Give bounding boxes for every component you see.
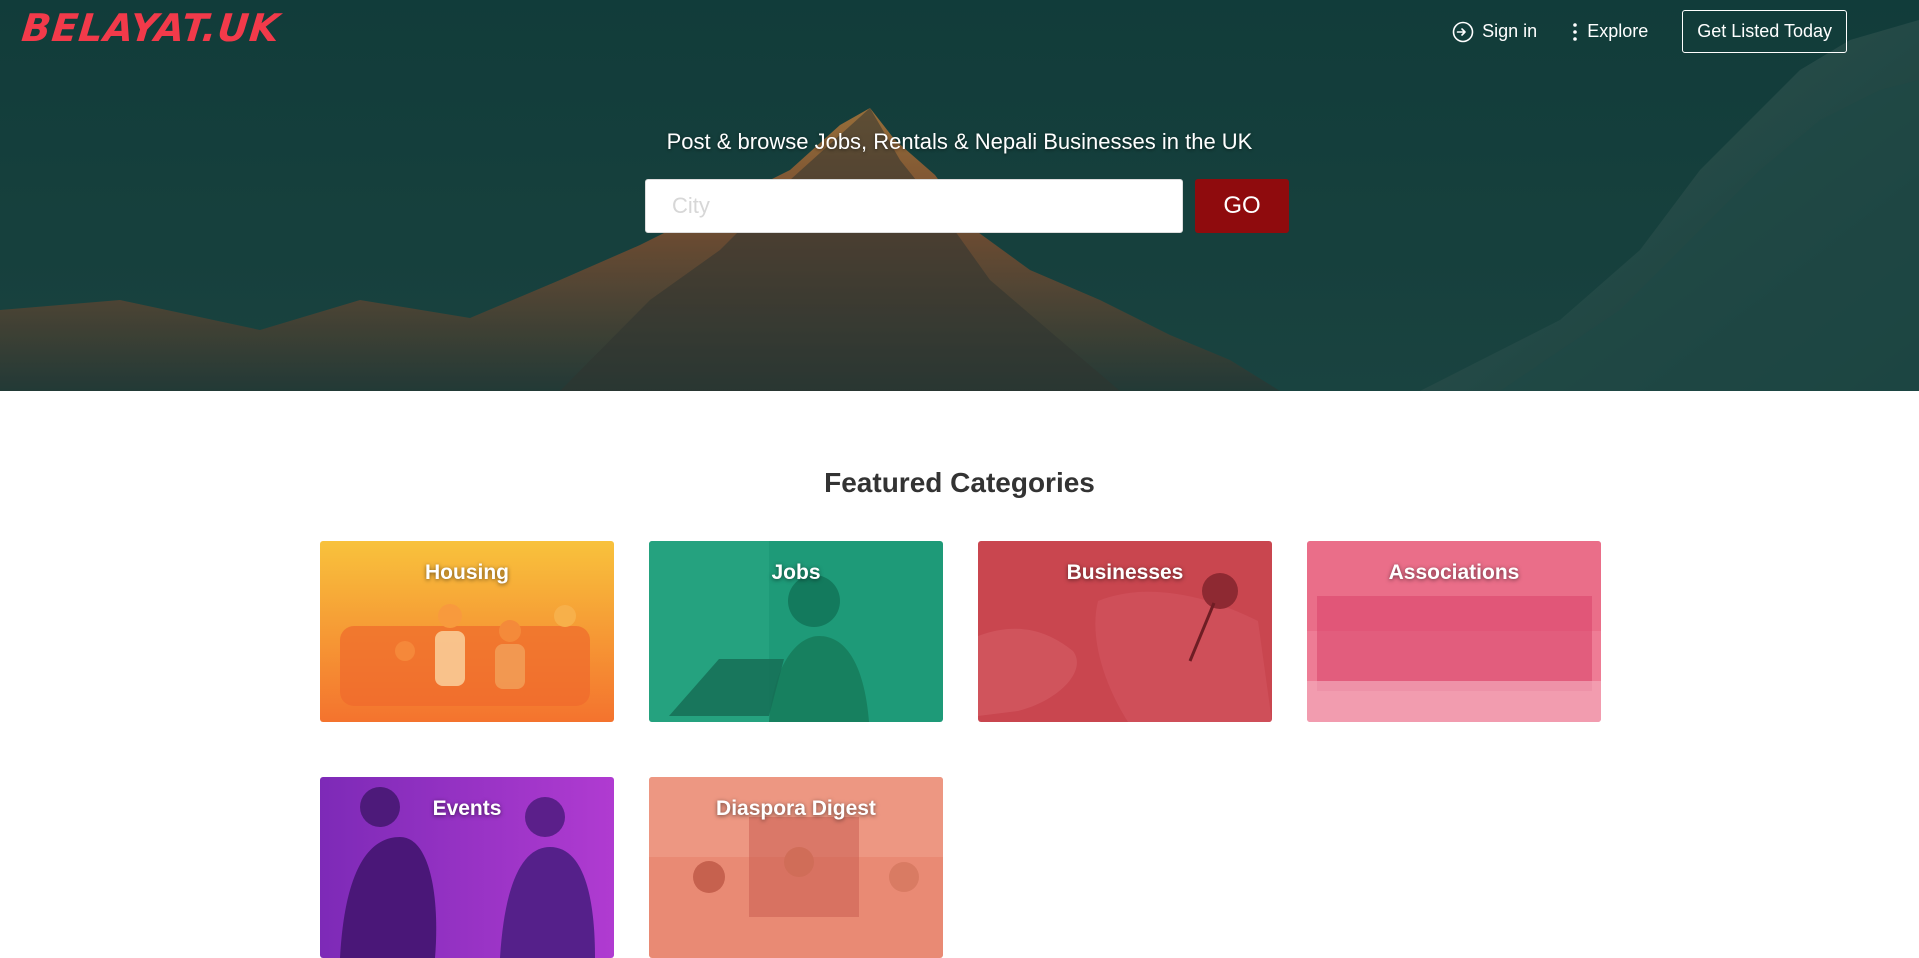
card-label: Jobs [771,561,821,584]
category-card-associations[interactable]: Associations [1307,541,1601,722]
kebab-menu-icon [1573,22,1578,41]
go-button[interactable]: GO [1195,179,1289,233]
site-logo[interactable]: BELAYAT.UK [20,6,283,50]
category-card-housing[interactable]: Housing [320,541,614,722]
explore-label: Explore [1587,21,1649,41]
category-card-businesses[interactable]: Businesses [978,541,1272,722]
top-nav: Sign in Explore Get Listed Today [1452,10,1847,53]
card-label: Housing [425,561,509,584]
category-card-events[interactable]: Events [320,777,614,958]
card-label: Events [432,797,502,820]
card-label: Diaspora Digest [716,797,876,820]
explore-menu[interactable]: Explore [1571,21,1648,42]
hero-tagline: Post & browse Jobs, Rentals & Nepali Bus… [666,129,1253,154]
city-search-input[interactable] [645,179,1183,233]
signin-icon [1452,21,1474,42]
signin-link[interactable]: Sign in [1452,21,1537,43]
signin-label: Sign in [1482,21,1538,41]
featured-categories-title: Featured Categories [824,467,1095,499]
category-card-jobs[interactable]: Jobs [649,541,943,722]
card-label: Businesses [1066,561,1184,584]
category-card-diaspora-digest[interactable]: Diaspora Digest [649,777,943,958]
get-listed-button[interactable]: Get Listed Today [1682,10,1847,53]
hero-banner: BELAYAT.UK Sign in Explore Get Listed To… [0,0,1919,391]
card-label: Associations [1388,561,1520,584]
city-search-form: GO [645,179,1289,233]
